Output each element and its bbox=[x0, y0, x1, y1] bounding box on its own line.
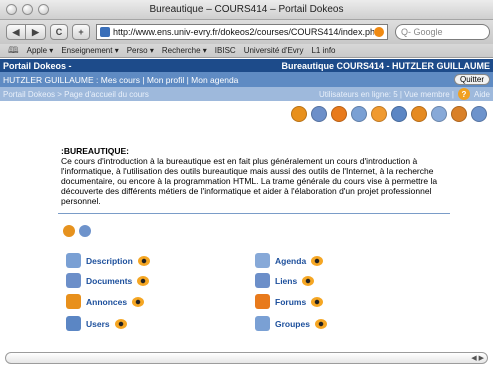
back-button[interactable]: ◀ bbox=[6, 24, 26, 40]
links-icon bbox=[255, 273, 270, 288]
agenda-icon bbox=[255, 253, 270, 268]
tool-description-label[interactable]: Description bbox=[86, 256, 133, 266]
quit-button[interactable]: Quitter bbox=[453, 74, 490, 85]
window-titlebar: Bureautique – COURS414 – Portail Dokeos bbox=[0, 0, 493, 20]
settings-icon[interactable] bbox=[431, 106, 447, 122]
rss-icon[interactable] bbox=[374, 27, 384, 37]
help-link[interactable]: Aide bbox=[474, 90, 490, 99]
user-bar: HUTZLER GUILLAUME : Mes cours | Mon prof… bbox=[0, 72, 493, 87]
bookmark-ibisc[interactable]: IBISC bbox=[215, 46, 236, 55]
url-text: http://www.ens.univ-evry.fr/dokeos2/cour… bbox=[113, 27, 374, 37]
site-header: Portail Dokeos - Bureautique COURS414 - … bbox=[0, 59, 493, 72]
tool-agenda[interactable]: Agenda bbox=[255, 253, 324, 268]
group-icon[interactable] bbox=[391, 106, 407, 122]
tool-users[interactable]: Users bbox=[66, 316, 127, 331]
course-title-header: Bureautique COURS414 - HUTZLER GUILLAUME bbox=[281, 60, 490, 71]
bookmark-recherche[interactable]: Recherche ▾ bbox=[162, 46, 207, 55]
tool-groupes-label[interactable]: Groupes bbox=[275, 319, 310, 329]
bookmark-l1-info[interactable]: L1 info bbox=[311, 46, 335, 55]
course-description-text: Ce cours d'introduction à la bureautique… bbox=[61, 156, 438, 206]
bookmark-perso[interactable]: Perso ▾ bbox=[127, 46, 154, 55]
tool-liens-label[interactable]: Liens bbox=[275, 276, 297, 286]
eye-icon[interactable] bbox=[311, 255, 324, 266]
breadcrumb[interactable]: Portail Dokeos > Page d'accueil du cours bbox=[3, 90, 149, 99]
eye-icon[interactable] bbox=[137, 275, 150, 286]
search-field[interactable]: Q- Google bbox=[395, 24, 490, 40]
portal-name[interactable]: Portail Dokeos - bbox=[3, 61, 72, 71]
tool-forums[interactable]: Forums bbox=[255, 294, 324, 309]
tool-documents-label[interactable]: Documents bbox=[86, 276, 132, 286]
add-bookmark-button[interactable]: + bbox=[72, 24, 90, 40]
bookmarks-book-icon[interactable]: 🕮 bbox=[8, 43, 19, 59]
stats-icon[interactable] bbox=[471, 106, 487, 122]
window-title: Bureautique – COURS414 – Portail Dokeos bbox=[149, 4, 344, 15]
document-icon[interactable] bbox=[331, 106, 347, 122]
user-links[interactable]: HUTZLER GUILLAUME : Mes cours | Mon prof… bbox=[3, 75, 238, 85]
horizontal-scrollbar[interactable]: ◀ ▶ bbox=[5, 352, 488, 364]
forum-icon[interactable] bbox=[371, 106, 387, 122]
description-icon bbox=[66, 253, 81, 268]
online-status[interactable]: Utilisateurs en ligne: 5 | Vue membre | bbox=[319, 90, 454, 99]
bookmark-univ-evry[interactable]: Université d'Evry bbox=[244, 46, 304, 55]
course-description: :BUREAUTIQUE: Ce cours d'introduction à … bbox=[61, 146, 446, 206]
user-icon[interactable] bbox=[411, 106, 427, 122]
eye-icon[interactable] bbox=[314, 318, 327, 329]
forums-icon bbox=[255, 294, 270, 309]
eye-icon[interactable] bbox=[137, 255, 150, 266]
url-field[interactable]: http://www.ens.univ-evry.fr/dokeos2/cour… bbox=[96, 24, 388, 40]
eye-icon[interactable] bbox=[132, 296, 145, 307]
tool-agenda-label[interactable]: Agenda bbox=[275, 256, 306, 266]
tool-icons-row bbox=[291, 106, 487, 122]
calendar-icon[interactable] bbox=[291, 106, 307, 122]
groups-icon bbox=[255, 316, 270, 331]
notes-icon[interactable] bbox=[311, 106, 327, 122]
tool-annonces[interactable]: Annonces bbox=[66, 294, 145, 309]
edit-icon[interactable] bbox=[63, 225, 75, 237]
announcements-icon bbox=[66, 294, 81, 309]
divider bbox=[58, 213, 450, 214]
tool-groupes[interactable]: Groupes bbox=[255, 316, 327, 331]
eye-icon[interactable] bbox=[311, 296, 324, 307]
users-icon bbox=[66, 316, 81, 331]
eye-icon[interactable] bbox=[302, 275, 315, 286]
help-icon[interactable]: ? bbox=[457, 88, 470, 100]
documents-icon bbox=[66, 273, 81, 288]
course-title: :BUREAUTIQUE: bbox=[61, 146, 129, 156]
tool-users-label[interactable]: Users bbox=[86, 319, 110, 329]
bookmark-enseignement[interactable]: Enseignement ▾ bbox=[61, 46, 118, 55]
tool-annonces-label[interactable]: Annonces bbox=[86, 297, 127, 307]
eye-icon[interactable] bbox=[114, 318, 127, 329]
tool-forums-label[interactable]: Forums bbox=[275, 297, 306, 307]
tool-documents[interactable]: Documents bbox=[66, 273, 150, 288]
window-controls bbox=[6, 4, 49, 15]
tool-liens[interactable]: Liens bbox=[255, 273, 315, 288]
breadcrumb-bar: Portail Dokeos > Page d'accueil du cours… bbox=[0, 87, 493, 101]
close-window-button[interactable] bbox=[6, 4, 17, 15]
edit-icons bbox=[63, 225, 91, 237]
browser-toolbar: ◀ ▶ C + http://www.ens.univ-evry.fr/doke… bbox=[0, 20, 493, 44]
tracking-icon[interactable] bbox=[451, 106, 467, 122]
minimize-window-button[interactable] bbox=[22, 4, 33, 15]
scroll-arrows-icon[interactable]: ◀ ▶ bbox=[471, 354, 484, 362]
bookmark-apple[interactable]: Apple ▾ bbox=[27, 46, 54, 55]
bookmarks-bar: 🕮 Apple ▾ Enseignement ▾ Perso ▾ Recherc… bbox=[0, 44, 493, 58]
reload-button[interactable]: C bbox=[50, 24, 68, 40]
visibility-icon[interactable] bbox=[79, 225, 91, 237]
link-icon[interactable] bbox=[351, 106, 367, 122]
forward-button[interactable]: ▶ bbox=[26, 24, 46, 40]
zoom-window-button[interactable] bbox=[38, 4, 49, 15]
favicon-icon bbox=[100, 27, 110, 37]
tool-description[interactable]: Description bbox=[66, 253, 150, 268]
